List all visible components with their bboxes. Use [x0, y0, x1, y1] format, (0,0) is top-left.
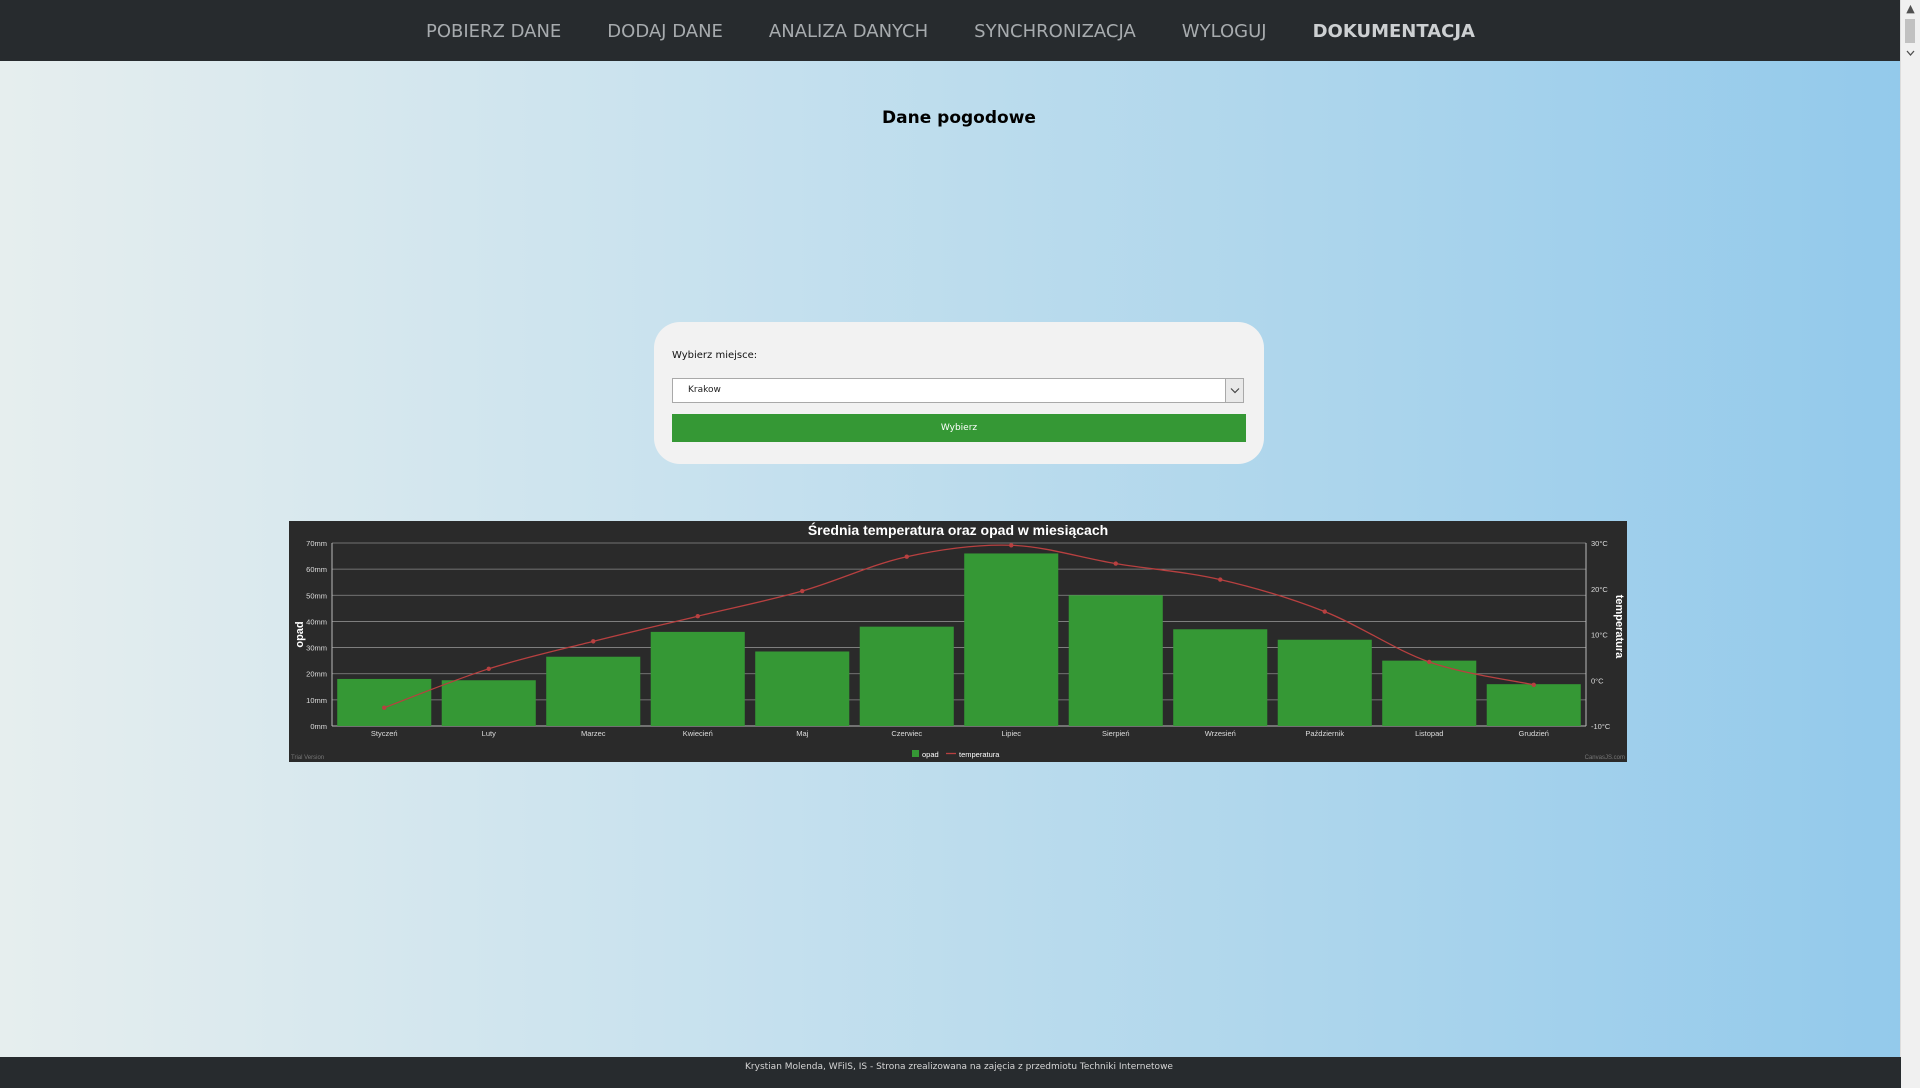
y-tick-label: 0mm [310, 722, 327, 731]
temperature-point [486, 666, 491, 672]
temperature-point [382, 705, 387, 710]
x-tick-label: Czerwiec [891, 729, 922, 738]
bar-opad [1068, 595, 1163, 726]
place-form: Wybierz miejsce: Krakow Wybierz [654, 322, 1264, 464]
weather-chart: Średnia temperatura oraz opad w miesiąca… [289, 521, 1627, 762]
x-tick-label: Listopad [1415, 729, 1443, 738]
choose-button[interactable]: Wybierz [672, 414, 1246, 442]
x-tick-label: Luty [482, 729, 496, 738]
temperature-point [1322, 609, 1327, 614]
y-right-tick-label: -10°C [1591, 722, 1611, 731]
y-right-axis-title: temperatura [1613, 595, 1625, 659]
nav-dodaj-dane[interactable]: DODAJ DANE [607, 19, 723, 42]
legend-opad-swatch [912, 750, 919, 757]
y-tick-label: 10mm [306, 696, 327, 705]
y-right-tick-label: 30°C [1591, 539, 1608, 548]
bar-opad [337, 678, 432, 726]
y-tick-label: 30mm [306, 644, 327, 653]
y-right-tick-label: 0°C [1591, 676, 1604, 685]
temperature-point [1427, 659, 1432, 665]
bar-opad [964, 553, 1059, 726]
x-tick-label: Styczeń [371, 729, 398, 738]
y-tick-label: 40mm [306, 617, 327, 626]
y-tick-label: 70mm [306, 539, 327, 548]
x-tick-label: Wrzesień [1205, 729, 1236, 738]
x-tick-label: Sierpień [1102, 729, 1130, 738]
x-tick-label: Maj [796, 729, 808, 738]
temperature-point [1218, 577, 1223, 582]
temperature-point [695, 614, 700, 619]
watermark-left: Trial Version [291, 755, 324, 761]
chevron-down-icon[interactable] [1225, 379, 1243, 402]
nav-wyloguj[interactable]: WYLOGUJ [1182, 19, 1267, 42]
x-tick-label: Październik [1305, 729, 1344, 738]
place-label: Wybierz miejsce: [672, 350, 758, 361]
footer: Krystian Molenda, WFiIS, IS - Strona zre… [0, 1057, 1901, 1088]
chart-svg: Średnia temperatura oraz opad w miesiąca… [291, 521, 1625, 761]
y-right-tick-label: 20°C [1591, 585, 1608, 594]
legend-opad-label: opad [922, 750, 939, 759]
x-tick-label: Grudzień [1519, 729, 1549, 738]
temperature-point [904, 554, 909, 559]
bar-opad [441, 680, 536, 726]
scroll-down-icon[interactable] [1901, 44, 1920, 61]
top-navigation: POBIERZ DANE DODAJ DANE ANALIZA DANYCH S… [0, 0, 1901, 61]
bar-opad [859, 626, 954, 726]
footer-text: Krystian Molenda, WFiIS, IS - Strona zre… [745, 1062, 1173, 1072]
y-tick-label: 50mm [306, 591, 327, 600]
temperature-point [800, 588, 805, 594]
bar-opad [1173, 629, 1268, 726]
bar-opad [1486, 684, 1581, 726]
bar-opad [650, 631, 745, 726]
bar-opad [1277, 639, 1372, 726]
scroll-up-icon[interactable]: ▲ [1901, 0, 1920, 17]
y-right-tick-label: 10°C [1591, 631, 1608, 640]
temperature-point [1113, 561, 1118, 566]
nav-synchronizacja[interactable]: SYNCHRONIZACJA [974, 19, 1136, 42]
y-tick-label: 20mm [306, 670, 327, 679]
place-select-value: Krakow [688, 385, 721, 395]
scrollbar-thumb[interactable] [1905, 19, 1915, 43]
x-tick-label: Lipiec [1001, 729, 1021, 738]
temperature-point [1531, 682, 1536, 688]
watermark-right: CanvasJS.com [1585, 755, 1625, 761]
place-select[interactable]: Krakow [672, 378, 1244, 403]
legend-temperature-label: temperatura [959, 750, 1000, 759]
nav-pobierz-dane[interactable]: POBIERZ DANE [426, 19, 561, 42]
temperature-point [591, 639, 596, 644]
y-tick-label: 60mm [306, 565, 327, 574]
bar-opad [755, 651, 850, 726]
x-tick-label: Kwiecień [683, 729, 713, 738]
x-tick-label: Marzec [581, 729, 606, 738]
bar-opad [546, 656, 641, 726]
nav-dokumentacja[interactable]: DOKUMENTACJA [1313, 19, 1475, 42]
y-axis-title: opad [294, 621, 306, 647]
temperature-point [1009, 543, 1014, 548]
vertical-scrollbar[interactable]: ▲ [1900, 0, 1920, 1088]
nav-analiza-danych[interactable]: ANALIZA DANYCH [769, 19, 928, 42]
page-title: Dane pogodowe [882, 108, 1036, 128]
chart-title: Średnia temperatura oraz opad w miesiąca… [808, 521, 1108, 538]
